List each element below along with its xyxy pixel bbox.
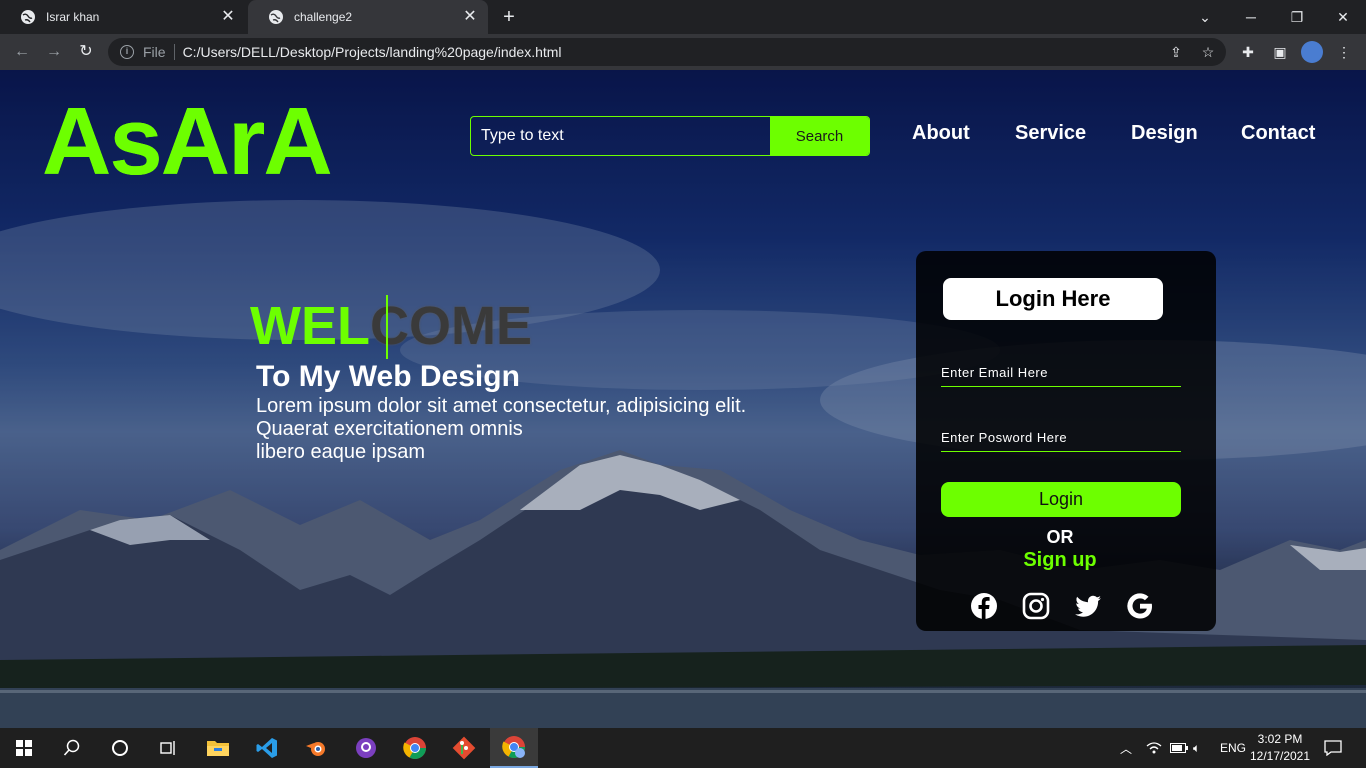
new-tab-button[interactable]: + [500, 7, 518, 27]
info-icon[interactable]: i [120, 45, 134, 59]
hero-body-line: Lorem ipsum dolor sit amet consectetur, … [256, 395, 747, 417]
file-explorer-icon[interactable] [194, 728, 242, 768]
welcome-typed-text: WEL [250, 296, 370, 356]
welcome-heading: WELCOME [250, 298, 532, 354]
search-input[interactable] [471, 117, 770, 155]
globe-icon [269, 10, 283, 24]
show-hidden-icons-icon[interactable]: ︿ [1120, 728, 1132, 768]
welcome-remaining-text: COME [369, 296, 532, 356]
menu-icon[interactable]: ⋮ [1334, 42, 1354, 62]
nav-service[interactable]: Service [1015, 122, 1086, 145]
site-logo[interactable]: AsArA [42, 94, 333, 190]
volume-icon[interactable]: 🔈︎ [1193, 728, 1200, 768]
instagram-icon[interactable] [1022, 592, 1050, 620]
system-clock[interactable]: 3:02 PM 12/17/2021 [1248, 731, 1312, 765]
chrome-profile-icon[interactable] [490, 728, 538, 768]
search-bar: Search [470, 116, 870, 156]
google-icon[interactable] [1126, 592, 1154, 620]
language-indicator[interactable]: ENG [1220, 728, 1246, 768]
scheme-label: File [143, 44, 166, 60]
twitter-icon[interactable] [1074, 592, 1102, 620]
restore-button[interactable]: ❐ [1274, 0, 1320, 34]
signup-link[interactable]: Sign up [916, 549, 1204, 572]
git-icon[interactable] [440, 728, 488, 768]
divider [173, 44, 175, 60]
clock-date: 12/17/2021 [1249, 749, 1311, 763]
windows-taskbar: ︿ 🔈︎ ENG 3:02 PM 12/17/2021 [0, 728, 1366, 768]
vscode-icon[interactable] [243, 728, 291, 768]
reload-icon[interactable]: ↻ [76, 42, 96, 62]
hero-subtitle: To My Web Design [256, 360, 520, 393]
address-bar[interactable]: i File C:/Users/DELL/Desktop/Projects/la… [108, 38, 1226, 66]
cortana-icon[interactable] [96, 728, 144, 768]
windows-start-icon[interactable] [0, 728, 48, 768]
search-button[interactable]: Search [770, 117, 869, 155]
page-viewport: AsArA Search About Service Design Contac… [0, 70, 1366, 728]
browser-tab-strip: Israr khan ✕ challenge2 ✕ + ⌄ ─ ❐ ✕ [0, 0, 1366, 34]
login-button[interactable]: Login [941, 482, 1181, 517]
back-arrow-icon[interactable]: ← [12, 42, 32, 62]
profile-avatar[interactable] [1301, 41, 1323, 63]
task-view-icon[interactable] [144, 728, 192, 768]
blender-icon[interactable] [292, 728, 340, 768]
typing-cursor [386, 295, 388, 359]
email-field[interactable] [941, 349, 1181, 387]
tab-search-icon[interactable]: ⌄ [1182, 0, 1228, 34]
close-window-button[interactable]: ✕ [1320, 0, 1366, 34]
password-field[interactable] [941, 414, 1181, 452]
hero-body: Lorem ipsum dolor sit amet consectetur, … [256, 395, 776, 464]
notifications-icon[interactable] [1324, 728, 1342, 768]
close-tab-icon[interactable]: ✕ [220, 9, 236, 25]
extensions-icon[interactable]: ✚ [1238, 42, 1258, 62]
browser-toolbar: ← → ↻ i File C:/Users/DELL/Desktop/Proje… [0, 34, 1366, 70]
side-panel-icon[interactable]: ▣ [1270, 42, 1290, 62]
share-icon[interactable]: ⇪ [1166, 42, 1186, 62]
nav-about[interactable]: About [912, 122, 970, 145]
wifi-icon[interactable] [1146, 728, 1162, 768]
forward-arrow-icon[interactable]: → [44, 42, 64, 62]
or-divider-text: OR [1046, 527, 1074, 547]
login-title: Login Here [943, 278, 1163, 320]
github-desktop-icon[interactable] [342, 728, 390, 768]
nav-contact[interactable]: Contact [1241, 122, 1315, 145]
globe-icon [21, 10, 35, 24]
tab-israr-khan[interactable]: Israr khan ✕ [0, 0, 246, 34]
url-text[interactable]: C:/Users/DELL/Desktop/Projects/landing%2… [183, 44, 562, 60]
battery-icon[interactable] [1170, 728, 1188, 768]
clock-time: 3:02 PM [1257, 732, 1303, 746]
minimize-button[interactable]: ─ [1228, 0, 1274, 34]
hero-body-line: Quaerat exercitationem omnis [256, 418, 523, 440]
close-tab-icon[interactable]: ✕ [462, 9, 478, 25]
nav-design[interactable]: Design [1131, 122, 1198, 145]
tab-title: Israr khan [46, 10, 100, 24]
bookmark-star-icon[interactable]: ☆ [1198, 42, 1218, 62]
search-icon[interactable] [48, 728, 96, 768]
tab-title: challenge2 [294, 10, 353, 24]
facebook-icon[interactable] [970, 592, 998, 620]
login-panel: Login Here Login OR Sign up [916, 251, 1216, 631]
chrome-icon[interactable] [391, 728, 439, 768]
tab-challenge2[interactable]: challenge2 ✕ [248, 0, 488, 34]
hero-body-line: libero eaque ipsam [256, 441, 425, 463]
